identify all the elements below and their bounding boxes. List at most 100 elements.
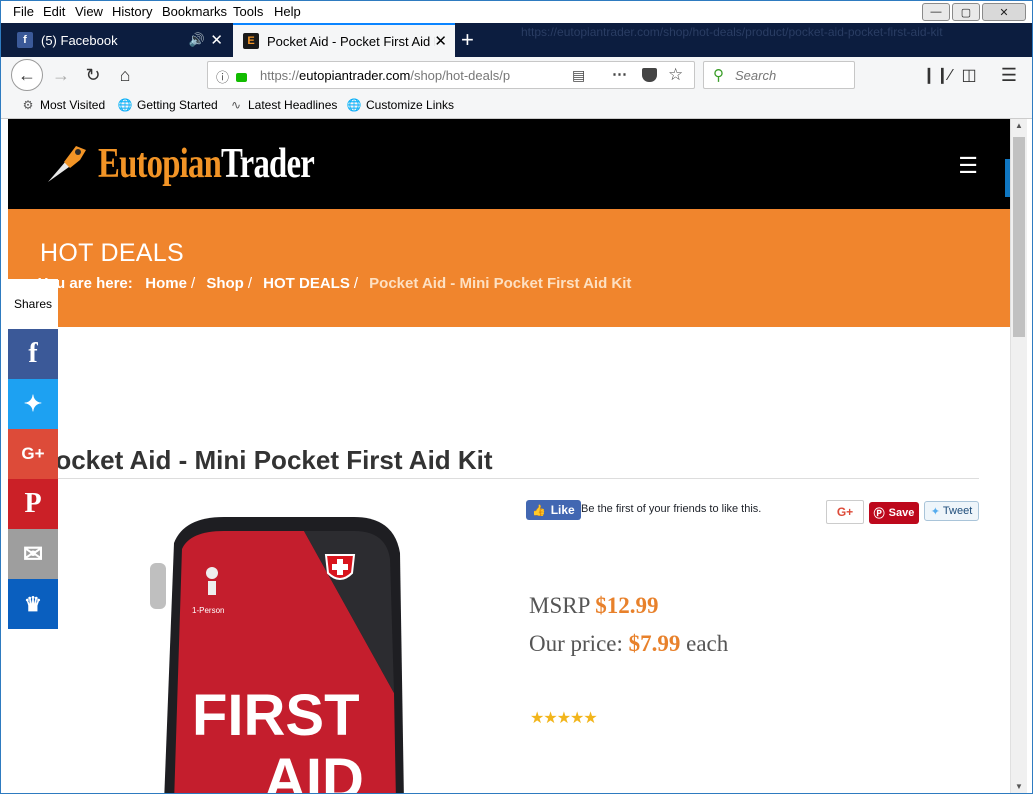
speaker-icon[interactable]: 🔊: [189, 32, 205, 48]
site-header: EutopianTrader ☰: [8, 119, 1010, 209]
product-image[interactable]: 1-Person FIRST AID: [104, 503, 484, 794]
breadcrumb: You are here: Home / Shop / HOT DEALS / Poc…: [38, 275, 632, 292]
star-icon: ★: [530, 710, 544, 727]
menu-bookmarks[interactable]: Bookmarks: [162, 4, 227, 19]
google-plus-share-icon[interactable]: G+: [8, 429, 58, 479]
minimize-button[interactable]: —: [922, 3, 950, 21]
email-share-icon[interactable]: ✉: [8, 529, 58, 579]
star-icon: ★: [543, 710, 557, 727]
tab-strip: https://eutopiantrader.com/shop/hot-deal…: [1, 23, 1032, 57]
bookmark-latest-headlines[interactable]: ∿ Latest Headlines: [229, 98, 337, 112]
search-bar[interactable]: ⚲ Search: [703, 61, 855, 89]
close-tab-icon[interactable]: ✕: [210, 31, 223, 49]
breadcrumb-hot-deals[interactable]: HOT DEALS: [263, 275, 350, 292]
menu-help[interactable]: Help: [274, 4, 301, 19]
our-price-line: Our price: $7.99 each: [529, 631, 729, 656]
site-logo[interactable]: EutopianTrader: [42, 137, 375, 191]
pinterest-icon: Ⓟ: [873, 508, 885, 520]
sidebar-toggle-icon[interactable]: ◫: [955, 61, 983, 89]
menu-file[interactable]: File: [13, 4, 34, 19]
crown-share-icon[interactable]: ♛: [8, 579, 58, 629]
scrollbar-thumb[interactable]: [1013, 137, 1025, 337]
bookmark-customize-links[interactable]: 🌐 Customize Links: [346, 98, 455, 112]
breadcrumb-shop[interactable]: Shop: [206, 275, 244, 292]
banner-title: HOT DEALS: [40, 239, 184, 267]
tab-label: (5) Facebook: [41, 32, 118, 48]
tab-pocket-aid[interactable]: E Pocket Aid - Pocket First Aid Kit ✕: [233, 23, 455, 57]
facebook-share-icon[interactable]: f: [8, 329, 58, 379]
hamburger-menu-icon[interactable]: ☰: [995, 61, 1023, 89]
bookmark-most-visited[interactable]: ⚙ Most Visited: [21, 98, 106, 112]
star-icon: ★: [556, 710, 571, 727]
tab-label: Pocket Aid - Pocket First Aid Kit: [267, 33, 435, 49]
tweet-button[interactable]: ✦ Tweet: [924, 501, 979, 521]
pocket-icon[interactable]: [642, 68, 657, 82]
pinterest-share-icon[interactable]: P: [8, 479, 58, 529]
breadcrumb-current: Pocket Aid - Mini Pocket First Aid Kit: [369, 275, 632, 292]
tab-facebook[interactable]: f (5) Facebook 🔊 ✕: [7, 23, 231, 57]
msrp-price: $12.99: [595, 593, 659, 618]
home-button[interactable]: ⌂: [111, 61, 139, 89]
zipper-icon: [150, 563, 166, 609]
first-text: FIRST: [192, 683, 360, 748]
site-menu-icon[interactable]: ☰: [958, 153, 978, 179]
bookmark-getting-started[interactable]: 🌐 Getting Started: [118, 98, 218, 112]
new-tab-icon[interactable]: +: [461, 27, 474, 53]
knife-logo-icon: [48, 146, 86, 182]
navigation-toolbar: ← → ↻ ⌂ ⓘ https://eutopiantrader.com/sho…: [1, 57, 1032, 93]
forward-button[interactable]: →: [47, 61, 75, 89]
page-scrollbar[interactable]: ▲ ▼: [1010, 119, 1027, 793]
back-button[interactable]: ←: [11, 59, 43, 91]
twitter-share-icon[interactable]: ✦: [8, 379, 58, 429]
scroll-down-icon[interactable]: ▼: [1015, 782, 1023, 791]
globe-icon: 🌐: [117, 98, 133, 112]
shares-label: Shares: [8, 279, 58, 329]
logo-text: EutopianTrader: [98, 141, 315, 187]
window-controls: — ▢ ✕: [922, 3, 1026, 21]
breadcrumb-home[interactable]: Home: [145, 275, 187, 292]
pinterest-save-button[interactable]: Ⓟ Save: [869, 502, 919, 524]
bookmarks-toolbar: ⚙ Most Visited 🌐 Getting Started ∿ Latest H…: [1, 93, 1032, 119]
thumbs-up-icon: 👍: [532, 504, 546, 517]
menu-history[interactable]: History: [112, 4, 152, 19]
facebook-like-button[interactable]: 👍 Like: [526, 500, 581, 520]
menu-edit[interactable]: Edit: [43, 4, 65, 19]
maximize-button[interactable]: ▢: [952, 3, 980, 21]
person-icon: [206, 567, 218, 579]
tabstrip-background-text: https://eutopiantrader.com/shop/hot-deal…: [521, 25, 943, 39]
person-label: 1-Person: [192, 606, 224, 615]
share-sidebar: Shares f ✦ G+ P ✉ ♛: [8, 279, 58, 629]
rss-icon: ∿: [230, 98, 242, 112]
web-page: EutopianTrader ☰ HOT DEALS You are here:…: [8, 119, 1010, 794]
facebook-favicon-icon: f: [17, 32, 33, 48]
url-bar[interactable]: ⓘ https://eutopiantrader.com/shop/hot-de…: [207, 61, 695, 89]
library-icon[interactable]: ❙❙∕: [922, 61, 951, 89]
page-actions-icon[interactable]: ⋯: [612, 65, 627, 83]
reload-button[interactable]: ↻: [79, 61, 107, 89]
info-icon[interactable]: ⓘ: [216, 67, 229, 86]
title-divider: [48, 478, 979, 479]
aid-text: AID: [264, 747, 364, 794]
close-tab-icon[interactable]: ✕: [434, 32, 447, 50]
lock-icon[interactable]: [236, 73, 247, 82]
reader-view-icon[interactable]: ▤: [572, 67, 585, 84]
social-buttons: 👍 Like Be the first of your friends to li…: [526, 500, 986, 530]
search-placeholder: Search: [735, 68, 777, 83]
menu-bar: File Edit View History Bookmarks Tools H…: [1, 1, 1032, 25]
close-window-button[interactable]: ✕: [982, 3, 1026, 21]
url-text[interactable]: https://eutopiantrader.com/shop/hot-deal…: [260, 68, 538, 83]
scroll-up-icon[interactable]: ▲: [1015, 121, 1023, 130]
page-banner: HOT DEALS You are here: Home / Shop / HOT …: [8, 209, 1010, 327]
eutopian-favicon-icon: E: [243, 33, 259, 49]
star-icon: ★: [570, 710, 584, 727]
msrp-line: MSRP $12.99: [529, 593, 659, 618]
browser-window: File Edit View History Bookmarks Tools H…: [0, 0, 1033, 794]
our-price: $7.99: [628, 631, 681, 656]
star-icon: ★: [583, 710, 597, 727]
menu-tools[interactable]: Tools: [233, 4, 263, 19]
menu-view[interactable]: View: [75, 4, 103, 19]
star-rating: ★★★★★: [530, 708, 598, 728]
globe-icon: 🌐: [346, 98, 362, 112]
google-plus-button[interactable]: G+: [826, 500, 864, 524]
bookmark-star-icon[interactable]: ☆: [668, 65, 683, 85]
